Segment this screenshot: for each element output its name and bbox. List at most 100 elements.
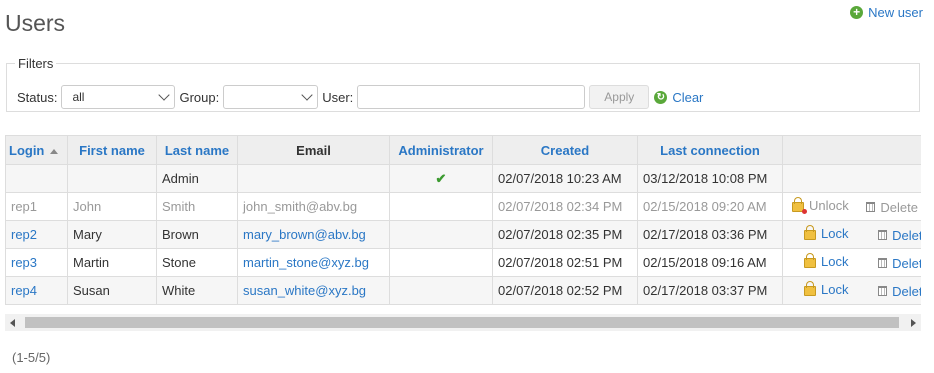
table-row: rep2 Mary Brown mary_brown@abv.bg 02/07/…: [5, 220, 921, 249]
trash-icon: [878, 286, 888, 297]
email-link[interactable]: susan_white@xyz.bg: [243, 283, 366, 298]
clear-link[interactable]: ↻ Clear: [654, 90, 703, 105]
table-row: rep1 John Smith john_smith@abv.bg 02/07/…: [5, 192, 921, 221]
new-user-label: New user: [868, 5, 923, 20]
scroll-left-arrow-icon[interactable]: [10, 319, 15, 327]
cell-login[interactable]: rep3: [5, 248, 68, 277]
table-row: rep3 Martin Stone martin_stone@xyz.bg 02…: [5, 248, 921, 277]
lock-icon: [804, 225, 816, 241]
status-select-value: all: [72, 90, 85, 104]
scroll-right-arrow-icon[interactable]: [911, 319, 916, 327]
checkmark-icon: ✔: [435, 170, 447, 186]
column-header-actions: [782, 135, 921, 165]
cell-created: 02/07/2018 02:52 PM: [492, 276, 638, 305]
cell-created: 02/07/2018 10:23 AM: [492, 164, 638, 193]
email-text[interactable]: john_smith@abv.bg: [243, 199, 357, 214]
user-search-input[interactable]: [357, 85, 586, 109]
cell-login[interactable]: [5, 164, 68, 193]
lock-icon: [804, 281, 816, 297]
cell-actions: Unlock Delete: [782, 192, 921, 221]
delete-link[interactable]: Delete: [878, 284, 921, 299]
cell-first-name: Mary: [67, 220, 157, 249]
scrollbar-thumb[interactable]: [25, 317, 899, 328]
cell-last-connection: 02/15/2018 09:16 AM: [637, 248, 783, 277]
sort-asc-icon: [50, 148, 59, 154]
column-header-created[interactable]: Created: [492, 135, 638, 165]
cell-last-name: Admin: [156, 164, 238, 193]
column-header-login[interactable]: Login: [5, 135, 68, 165]
cell-last-name: Smith: [156, 192, 238, 221]
apply-button-label: Apply: [604, 90, 635, 104]
cell-administrator: ✔: [389, 164, 493, 193]
column-header-last-connection[interactable]: Last connection: [637, 135, 783, 165]
unlock-link[interactable]: Unlock: [792, 197, 849, 215]
pagination-summary: (1-5/5): [12, 350, 51, 365]
cell-last-connection: 02/15/2018 09:20 AM: [637, 192, 783, 221]
cell-login[interactable]: rep1: [5, 192, 68, 221]
table-header-row: Login First name Last name Email Adminis…: [5, 135, 921, 165]
filters-row: Status: all Group: User: Apply ↻ Clear: [17, 85, 703, 109]
cell-last-connection: 02/17/2018 03:37 PM: [637, 276, 783, 305]
cell-first-name: John: [67, 192, 157, 221]
cell-email: mary_brown@abv.bg: [237, 220, 390, 249]
reload-icon: ↻: [654, 90, 668, 104]
users-table: Login First name Last name Email Adminis…: [5, 135, 921, 305]
cell-actions: Lock Delete: [782, 248, 921, 277]
page-title: Users: [5, 10, 66, 36]
cell-administrator: [389, 192, 493, 221]
cell-administrator: [389, 276, 493, 305]
cell-email: susan_white@xyz.bg: [237, 276, 390, 305]
cell-created: 02/07/2018 02:51 PM: [492, 248, 638, 277]
cell-last-name: White: [156, 276, 238, 305]
column-header-last-name[interactable]: Last name: [156, 135, 238, 165]
cell-actions: Lock Delete: [782, 220, 921, 249]
cell-email: [237, 164, 390, 193]
status-label: Status:: [17, 89, 58, 105]
cell-email: john_smith@abv.bg: [237, 192, 390, 221]
cell-first-name: Susan: [67, 276, 157, 305]
cell-first-name: Martin: [67, 248, 157, 277]
delete-link[interactable]: Delete: [866, 200, 918, 215]
trash-icon: [878, 230, 888, 241]
trash-icon: [866, 202, 876, 213]
cell-last-connection: 02/17/2018 03:36 PM: [637, 220, 783, 249]
lock-link[interactable]: Lock: [804, 253, 848, 269]
email-link[interactable]: mary_brown@abv.bg: [243, 227, 366, 242]
cell-first-name: [67, 164, 157, 193]
new-user-link[interactable]: + New user: [850, 5, 923, 20]
table-row: Admin ✔ 02/07/2018 10:23 AM 03/12/2018 1…: [5, 164, 921, 193]
status-select[interactable]: all: [61, 85, 176, 109]
cell-last-name: Brown: [156, 220, 238, 249]
group-select[interactable]: [223, 85, 319, 109]
table-row: rep4 Susan White susan_white@xyz.bg 02/0…: [5, 276, 921, 305]
horizontal-scrollbar[interactable]: [5, 314, 921, 331]
cell-actions: [782, 164, 921, 193]
column-header-first-name[interactable]: First name: [67, 135, 157, 165]
cell-created: 02/07/2018 02:35 PM: [492, 220, 638, 249]
cell-login[interactable]: rep2: [5, 220, 68, 249]
lock-link[interactable]: Lock: [804, 225, 848, 241]
lock-link[interactable]: Lock: [804, 281, 848, 297]
apply-button[interactable]: Apply: [589, 85, 650, 109]
trash-icon: [878, 258, 888, 269]
column-header-email: Email: [237, 135, 390, 165]
cell-login[interactable]: rep4: [5, 276, 68, 305]
delete-link[interactable]: Delete: [878, 256, 921, 271]
cell-administrator: [389, 220, 493, 249]
filters-panel: Filters Status: all Group: User: Apply ↻…: [6, 56, 920, 112]
delete-link[interactable]: Delete: [878, 228, 921, 243]
filters-legend: Filters: [18, 56, 54, 71]
user-label: User:: [322, 89, 354, 105]
column-header-administrator[interactable]: Administrator: [389, 135, 493, 165]
cell-last-connection: 03/12/2018 10:08 PM: [637, 164, 783, 193]
cell-created: 02/07/2018 02:34 PM: [492, 192, 638, 221]
add-circle-icon: +: [850, 6, 864, 19]
unlock-icon: [792, 197, 807, 215]
clear-label: Clear: [672, 89, 704, 105]
lock-icon: [804, 253, 816, 269]
cell-email: martin_stone@xyz.bg: [237, 248, 390, 277]
email-link[interactable]: martin_stone@xyz.bg: [243, 255, 369, 270]
group-label: Group:: [179, 89, 220, 105]
chevron-down-icon: [301, 89, 313, 101]
cell-actions: Lock Delete: [782, 276, 921, 305]
